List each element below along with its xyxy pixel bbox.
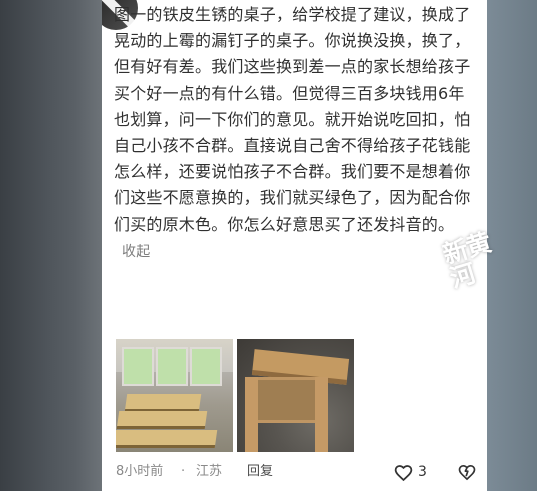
reply-button[interactable]: 回复 — [247, 462, 273, 482]
desk-leg — [245, 377, 258, 452]
comment-meta: 8小时前 · 江苏 回复 3 — [116, 462, 486, 482]
like-button[interactable]: 3 — [393, 461, 439, 483]
classroom-window — [122, 347, 154, 386]
comment-time: 8小时前 — [116, 464, 164, 479]
broken-heart-icon[interactable] — [456, 462, 478, 482]
location-separator: · — [181, 464, 186, 479]
desk-row — [116, 430, 218, 448]
desk-row — [124, 394, 202, 412]
desk-side — [251, 377, 324, 423]
comment-body: 图一的铁皮生锈的桌子，给学校提了建议，换成了晃动的上霉的漏钉子的桌子。你说换没换… — [114, 2, 476, 265]
desk-photo[interactable] — [237, 339, 354, 452]
collapse-link[interactable]: 收起 — [122, 244, 150, 260]
like-count: 3 — [418, 464, 427, 480]
desk-leg — [315, 377, 328, 452]
classroom-photo[interactable] — [116, 339, 233, 452]
heart-outline-icon — [394, 464, 413, 481]
classroom-window — [156, 347, 188, 386]
desk-row — [116, 411, 208, 429]
photo-gallery — [116, 339, 354, 452]
classroom-window — [190, 347, 222, 386]
comment-location: 江苏 — [196, 464, 223, 479]
comment-text: 图一的铁皮生锈的桌子，给学校提了建议，换成了晃动的上霉的漏钉子的桌子。你说换没换… — [114, 5, 471, 234]
